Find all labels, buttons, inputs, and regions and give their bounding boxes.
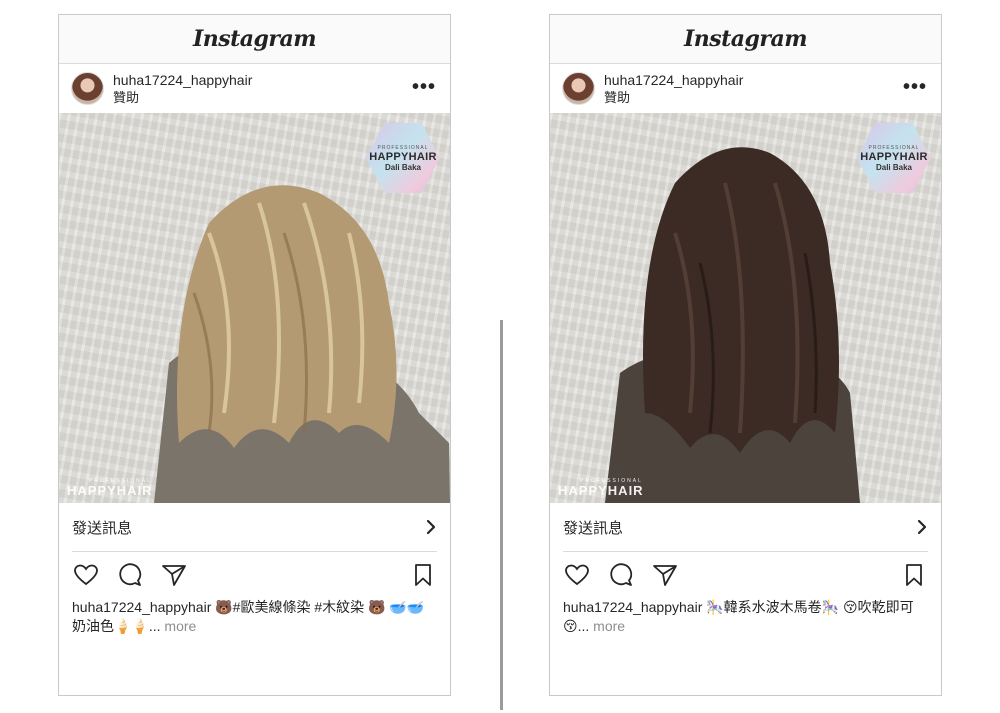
post-author-row: huha17224_happyhair 贊助 •••: [59, 64, 450, 113]
more-options-icon[interactable]: •••: [903, 77, 927, 97]
caption-username[interactable]: huha17224_happyhair: [72, 599, 211, 615]
sponsored-label: 贊助: [113, 89, 140, 105]
post-actions: [550, 552, 941, 598]
post-caption: huha17224_happyhair 🎠韓系水波木馬卷🎠 😚吹乾即可😚... …: [550, 598, 941, 636]
watermark-brand: HAPPYHAIR: [67, 483, 153, 498]
share-icon[interactable]: [160, 561, 188, 589]
instagram-post-card-right: Instagram huha17224_happyhair 贊助 ••• PRO…: [549, 14, 942, 696]
sponsored-label: 贊助: [604, 89, 631, 105]
badge-brand: HAPPYHAIR: [369, 150, 437, 163]
brand-watermark: PROFESSIONAL HAPPYHAIR: [67, 478, 153, 497]
instagram-logo: Instagram: [192, 26, 317, 52]
caption-more-link[interactable]: more: [593, 618, 625, 634]
author-info: huha17224_happyhair 贊助: [113, 72, 252, 106]
more-options-icon[interactable]: •••: [412, 77, 436, 97]
vertical-divider: [500, 320, 503, 710]
instagram-post-card-left: Instagram huha17224_happyhair 贊助 ••• PRO…: [58, 14, 451, 696]
share-icon[interactable]: [651, 561, 679, 589]
author-info: huha17224_happyhair 贊助: [604, 72, 743, 106]
heart-icon[interactable]: [563, 561, 591, 589]
post-image[interactable]: PROFESSIONAL HAPPYHAIR Dali Baka PROFESS…: [59, 113, 450, 503]
chevron-right-icon: [917, 519, 927, 535]
caption-username[interactable]: huha17224_happyhair: [563, 599, 702, 615]
post-actions: [59, 552, 450, 598]
comment-icon[interactable]: [116, 561, 144, 589]
send-message-button[interactable]: 發送訊息: [72, 503, 437, 552]
post-caption: huha17224_happyhair 🐻#歐美線條染 #木紋染 🐻 🥣🥣奶油色…: [59, 598, 450, 636]
bookmark-icon[interactable]: [900, 561, 928, 589]
avatar[interactable]: [71, 72, 104, 105]
badge-location: Dali Baka: [384, 162, 422, 172]
instagram-logo: Instagram: [683, 26, 808, 52]
comment-icon[interactable]: [607, 561, 635, 589]
brand-watermark: PROFESSIONAL HAPPYHAIR: [558, 478, 644, 497]
badge-brand: HAPPYHAIR: [860, 150, 928, 163]
post-author-row: huha17224_happyhair 贊助 •••: [550, 64, 941, 113]
username-link[interactable]: huha17224_happyhair: [113, 72, 252, 89]
username-link[interactable]: huha17224_happyhair: [604, 72, 743, 89]
post-image[interactable]: PROFESSIONAL HAPPYHAIR Dali Baka PROFESS…: [550, 113, 941, 503]
badge-location: Dali Baka: [875, 162, 913, 172]
send-message-label: 發送訊息: [72, 519, 133, 537]
watermark-brand: HAPPYHAIR: [558, 483, 644, 498]
app-header: Instagram: [550, 15, 941, 64]
chevron-right-icon: [426, 519, 436, 535]
send-message-button[interactable]: 發送訊息: [563, 503, 928, 552]
avatar[interactable]: [562, 72, 595, 105]
caption-more-link[interactable]: more: [164, 618, 196, 634]
app-header: Instagram: [59, 15, 450, 64]
heart-icon[interactable]: [72, 561, 100, 589]
send-message-label: 發送訊息: [563, 519, 624, 537]
bookmark-icon[interactable]: [409, 561, 437, 589]
